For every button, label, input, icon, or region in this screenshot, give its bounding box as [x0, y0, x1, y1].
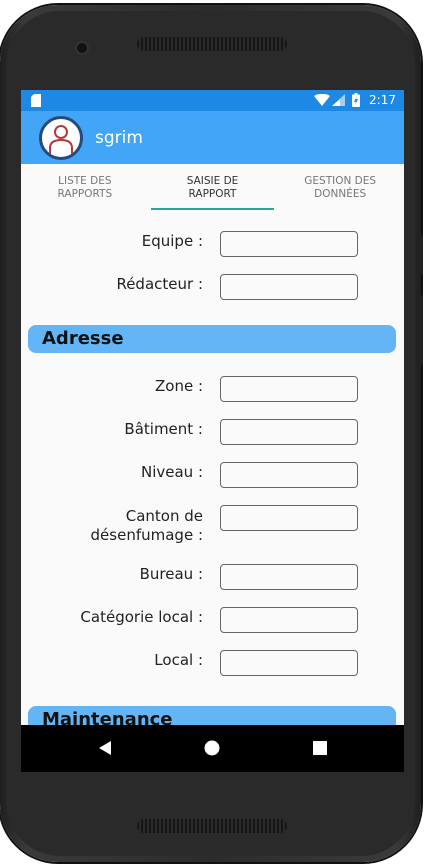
clock: 2:17 [369, 93, 396, 107]
screen: 2:17 sgrim LISTE DES RAPPORTS SAISIE DE … [21, 90, 404, 772]
local-input[interactable] [220, 650, 358, 676]
categorie-local-label: Catégorie local : [80, 608, 203, 626]
bureau-label: Bureau : [139, 565, 203, 583]
app-title: sgrim [95, 128, 143, 148]
section-adresse-header: Adresse [28, 325, 396, 353]
canton-label-line1: Canton de [125, 507, 203, 525]
tab-label: SAISIE DE RAPPORT [186, 175, 239, 200]
zone-label: Zone : [154, 377, 203, 395]
equipe-label: Equipe : [141, 232, 203, 250]
tab-bar: LISTE DES RAPPORTS SAISIE DE RAPPORT GES… [21, 164, 404, 212]
front-camera [77, 43, 87, 53]
volume-button [419, 235, 423, 275]
power-button [419, 295, 423, 365]
tab-label: GESTION DES DONNÉES [304, 175, 377, 200]
zone-input[interactable] [220, 376, 358, 402]
tab-gestion-des-donnees[interactable]: GESTION DES DONNÉES [276, 164, 404, 212]
niveau-label: Niveau : [140, 463, 203, 481]
report-form: Equipe : Rédacteur : Adresse Zone : Bâti… [21, 212, 404, 772]
bureau-input[interactable] [220, 564, 358, 590]
app-bar: sgrim [21, 111, 404, 164]
batiment-input[interactable] [220, 419, 358, 445]
local-label: Local : [154, 651, 203, 669]
wifi-icon [314, 94, 330, 106]
status-bar: 2:17 [21, 90, 404, 111]
canton-label-line2: désenfumage : [90, 526, 203, 544]
equipe-input[interactable] [220, 231, 358, 257]
tab-liste-des-rapports[interactable]: LISTE DES RAPPORTS [21, 164, 149, 212]
signal-icon [332, 94, 345, 106]
canton-input[interactable] [220, 505, 358, 531]
tab-saisie-de-rapport[interactable]: SAISIE DE RAPPORT [149, 164, 277, 212]
home-icon[interactable] [204, 740, 220, 756]
recents-icon[interactable] [313, 741, 327, 755]
redacteur-input[interactable] [220, 274, 358, 300]
sd-card-icon [31, 94, 41, 107]
tab-indicator [151, 208, 274, 210]
navigation-bar [21, 725, 404, 772]
redacteur-label: Rédacteur : [116, 275, 203, 293]
user-icon [49, 125, 73, 155]
tab-label: LISTE DES RAPPORTS [57, 175, 113, 200]
app-logo [39, 116, 83, 160]
section-title: Adresse [42, 328, 124, 349]
niveau-input[interactable] [220, 462, 358, 488]
top-speaker [137, 37, 287, 51]
bottom-speaker [137, 819, 287, 833]
battery-charging-icon [352, 93, 360, 107]
batiment-label: Bâtiment : [124, 420, 203, 438]
back-icon[interactable] [98, 740, 112, 756]
categorie-local-input[interactable] [220, 607, 358, 633]
